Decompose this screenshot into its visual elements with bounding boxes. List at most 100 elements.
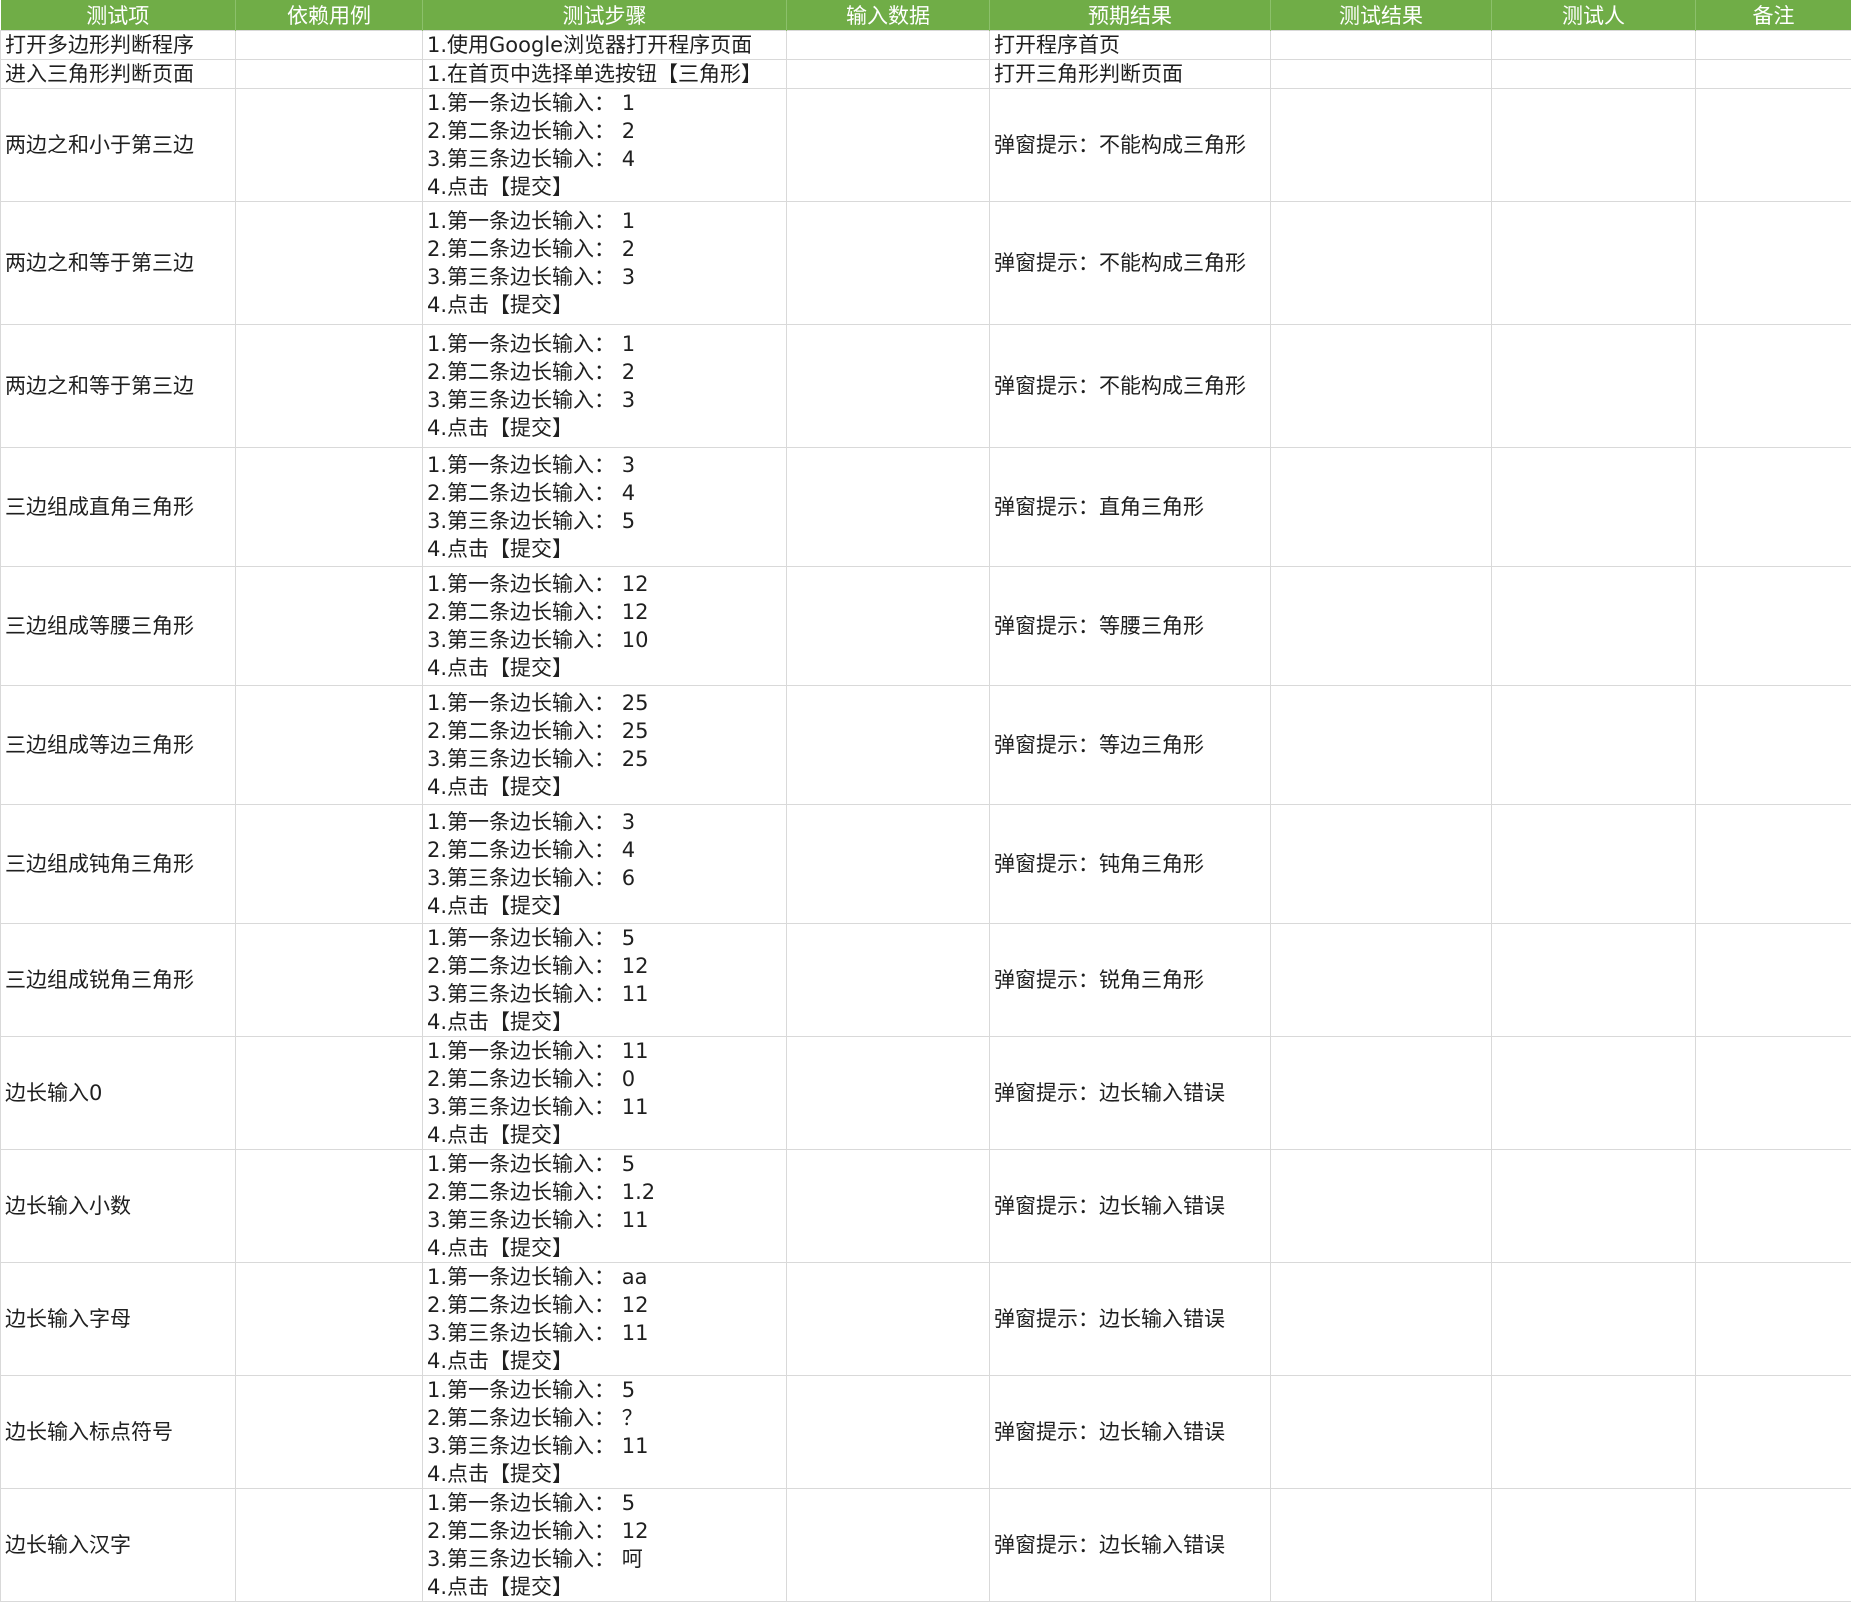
cell-dependency[interactable] [235, 685, 423, 805]
cell-notes[interactable] [1695, 685, 1851, 805]
cell-test-result[interactable] [1270, 1488, 1492, 1602]
cell-test-item[interactable]: 进入三角形判断页面 [0, 59, 236, 89]
cell-test-steps[interactable]: 1.第一条边长输入： 5 2.第二条边长输入： 12 3.第三条边长输入： 呵 4.点… [422, 1488, 787, 1602]
cell-notes[interactable] [1695, 1488, 1851, 1602]
cell-test-steps[interactable]: 1.第一条边长输入： 3 2.第二条边长输入： 4 3.第三条边长输入： 5 4.点击… [422, 447, 787, 567]
cell-test-steps[interactable]: 1.第一条边长输入： 1 2.第二条边长输入： 2 3.第三条边长输入： 3 4.点击… [422, 201, 787, 325]
cell-expected-result[interactable]: 打开三角形判断页面 [989, 59, 1271, 89]
cell-tester[interactable] [1491, 1488, 1696, 1602]
cell-test-steps[interactable]: 1.第一条边长输入： 25 2.第二条边长输入： 25 3.第三条边长输入： 25 4… [422, 685, 787, 805]
cell-test-item[interactable]: 边长输入小数 [0, 1149, 236, 1263]
cell-notes[interactable] [1695, 1262, 1851, 1376]
cell-test-item[interactable]: 三边组成钝角三角形 [0, 804, 236, 924]
cell-input-data[interactable] [786, 59, 990, 89]
cell-tester[interactable] [1491, 566, 1696, 686]
cell-input-data[interactable] [786, 1149, 990, 1263]
cell-notes[interactable] [1695, 923, 1851, 1037]
cell-input-data[interactable] [786, 324, 990, 448]
cell-test-result[interactable] [1270, 324, 1492, 448]
cell-test-item[interactable]: 两边之和小于第三边 [0, 88, 236, 202]
cell-test-result[interactable] [1270, 1375, 1492, 1489]
cell-test-item[interactable]: 三边组成直角三角形 [0, 447, 236, 567]
cell-expected-result[interactable]: 弹窗提示：边长输入错误 [989, 1488, 1271, 1602]
cell-test-steps[interactable]: 1.第一条边长输入： 1 2.第二条边长输入： 2 3.第三条边长输入： 3 4.点击… [422, 324, 787, 448]
cell-test-item[interactable]: 两边之和等于第三边 [0, 324, 236, 448]
cell-input-data[interactable] [786, 804, 990, 924]
cell-test-result[interactable] [1270, 923, 1492, 1037]
cell-input-data[interactable] [786, 1375, 990, 1489]
cell-expected-result[interactable]: 弹窗提示：等边三角形 [989, 685, 1271, 805]
cell-expected-result[interactable]: 弹窗提示：钝角三角形 [989, 804, 1271, 924]
cell-tester[interactable] [1491, 1149, 1696, 1263]
cell-test-item[interactable]: 边长输入字母 [0, 1262, 236, 1376]
cell-expected-result[interactable]: 弹窗提示：直角三角形 [989, 447, 1271, 567]
cell-test-steps[interactable]: 1.第一条边长输入： 1 2.第二条边长输入： 2 3.第三条边长输入： 4 4.点击… [422, 88, 787, 202]
cell-test-result[interactable] [1270, 59, 1492, 89]
cell-test-result[interactable] [1270, 566, 1492, 686]
cell-tester[interactable] [1491, 324, 1696, 448]
header-test-steps[interactable]: 测试步骤 [422, 0, 787, 31]
cell-expected-result[interactable]: 弹窗提示：不能构成三角形 [989, 88, 1271, 202]
cell-test-result[interactable] [1270, 447, 1492, 567]
cell-dependency[interactable] [235, 201, 423, 325]
cell-test-item[interactable]: 打开多边形判断程序 [0, 30, 236, 60]
cell-expected-result[interactable]: 弹窗提示：边长输入错误 [989, 1375, 1271, 1489]
cell-test-steps[interactable]: 1.第一条边长输入： 11 2.第二条边长输入： 0 3.第三条边长输入： 11 4.… [422, 1036, 787, 1150]
cell-input-data[interactable] [786, 566, 990, 686]
cell-input-data[interactable] [786, 1036, 990, 1150]
cell-dependency[interactable] [235, 1262, 423, 1376]
cell-expected-result[interactable]: 弹窗提示：不能构成三角形 [989, 201, 1271, 325]
cell-dependency[interactable] [235, 804, 423, 924]
cell-input-data[interactable] [786, 1262, 990, 1376]
cell-dependency[interactable] [235, 923, 423, 1037]
cell-input-data[interactable] [786, 685, 990, 805]
cell-notes[interactable] [1695, 1149, 1851, 1263]
cell-test-steps[interactable]: 1.在首页中选择单选按钮【三角形】 [422, 59, 787, 89]
cell-test-item[interactable]: 两边之和等于第三边 [0, 201, 236, 325]
cell-tester[interactable] [1491, 804, 1696, 924]
cell-input-data[interactable] [786, 447, 990, 567]
cell-dependency[interactable] [235, 30, 423, 60]
cell-notes[interactable] [1695, 30, 1851, 60]
header-tester[interactable]: 测试人 [1491, 0, 1696, 31]
cell-input-data[interactable] [786, 30, 990, 60]
cell-dependency[interactable] [235, 1375, 423, 1489]
cell-tester[interactable] [1491, 1375, 1696, 1489]
cell-test-item[interactable]: 边长输入标点符号 [0, 1375, 236, 1489]
cell-dependency[interactable] [235, 566, 423, 686]
cell-dependency[interactable] [235, 88, 423, 202]
header-dependency[interactable]: 依赖用例 [235, 0, 423, 31]
cell-tester[interactable] [1491, 685, 1696, 805]
header-expected-result[interactable]: 预期结果 [989, 0, 1271, 31]
cell-dependency[interactable] [235, 1036, 423, 1150]
cell-test-steps[interactable]: 1.第一条边长输入： 5 2.第二条边长输入： 12 3.第三条边长输入： 11 4.… [422, 923, 787, 1037]
cell-test-steps[interactable]: 1.第一条边长输入： 12 2.第二条边长输入： 12 3.第三条边长输入： 10 4… [422, 566, 787, 686]
cell-test-result[interactable] [1270, 804, 1492, 924]
cell-test-result[interactable] [1270, 1149, 1492, 1263]
cell-dependency[interactable] [235, 447, 423, 567]
cell-test-result[interactable] [1270, 201, 1492, 325]
cell-input-data[interactable] [786, 201, 990, 325]
cell-test-result[interactable] [1270, 685, 1492, 805]
cell-tester[interactable] [1491, 1036, 1696, 1150]
cell-expected-result[interactable]: 弹窗提示：边长输入错误 [989, 1036, 1271, 1150]
cell-dependency[interactable] [235, 324, 423, 448]
cell-test-item[interactable]: 边长输入0 [0, 1036, 236, 1150]
cell-test-result[interactable] [1270, 30, 1492, 60]
cell-tester[interactable] [1491, 30, 1696, 60]
cell-tester[interactable] [1491, 1262, 1696, 1376]
cell-test-result[interactable] [1270, 1036, 1492, 1150]
cell-notes[interactable] [1695, 804, 1851, 924]
cell-notes[interactable] [1695, 1375, 1851, 1489]
cell-expected-result[interactable]: 弹窗提示：边长输入错误 [989, 1149, 1271, 1263]
cell-test-steps[interactable]: 1.使用Google浏览器打开程序页面 [422, 30, 787, 60]
header-notes[interactable]: 备注 [1695, 0, 1851, 31]
cell-test-item[interactable]: 边长输入汉字 [0, 1488, 236, 1602]
cell-expected-result[interactable]: 弹窗提示：锐角三角形 [989, 923, 1271, 1037]
cell-input-data[interactable] [786, 88, 990, 202]
cell-expected-result[interactable]: 弹窗提示：边长输入错误 [989, 1262, 1271, 1376]
cell-notes[interactable] [1695, 566, 1851, 686]
cell-test-item[interactable]: 三边组成锐角三角形 [0, 923, 236, 1037]
cell-test-steps[interactable]: 1.第一条边长输入： 3 2.第二条边长输入： 4 3.第三条边长输入： 6 4.点击… [422, 804, 787, 924]
cell-expected-result[interactable]: 弹窗提示：不能构成三角形 [989, 324, 1271, 448]
